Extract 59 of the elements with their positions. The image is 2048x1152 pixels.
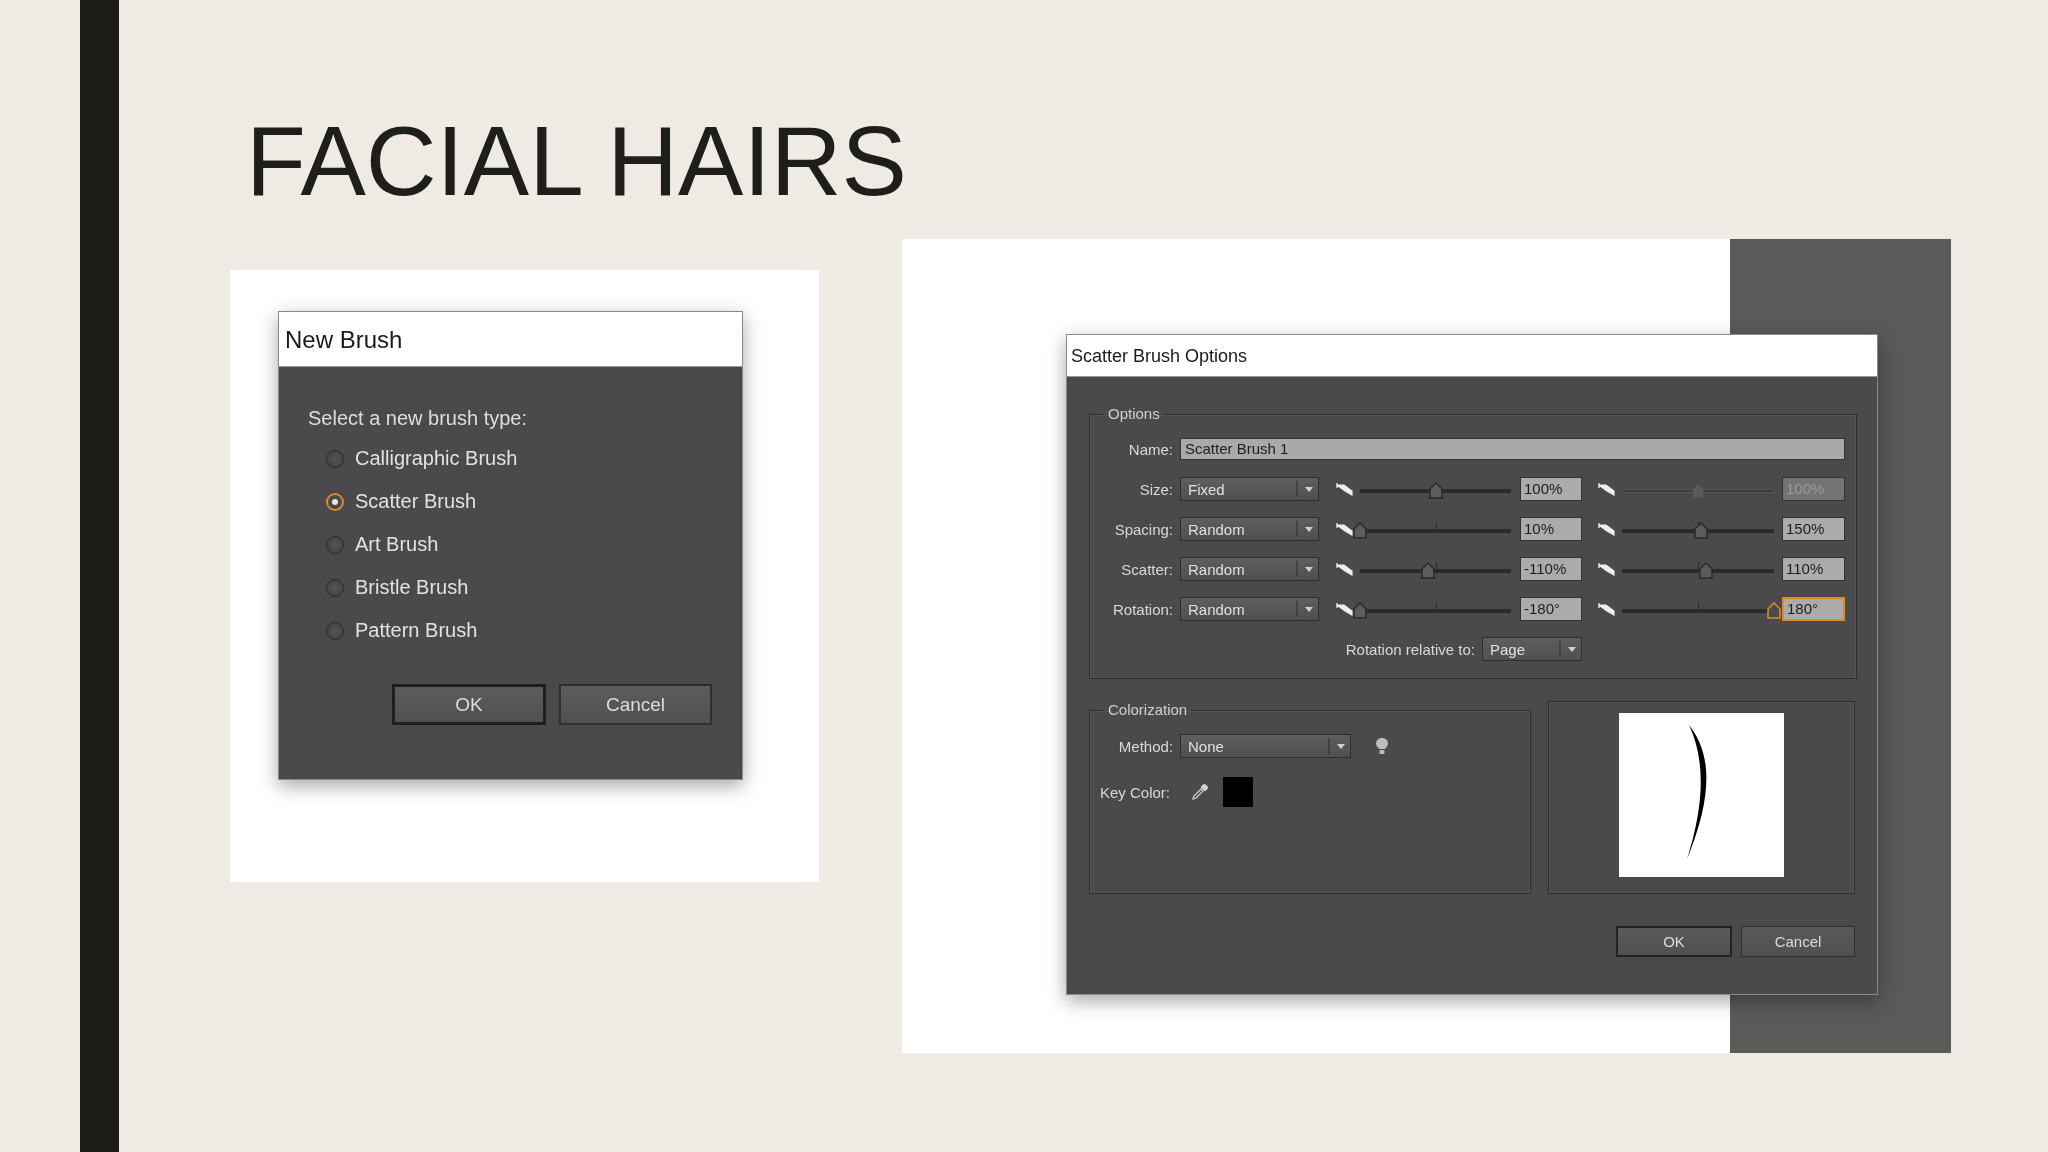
dialog-title: Scatter Brush Options: [1067, 335, 1877, 377]
cancel-button[interactable]: Cancel: [1741, 926, 1855, 957]
slider-thumb[interactable]: [1428, 482, 1443, 499]
dropdown[interactable]: Fixed: [1180, 477, 1319, 501]
value-field[interactable]: 150%: [1782, 517, 1845, 541]
wedge-icon[interactable]: [1598, 482, 1616, 496]
field-label: Spacing:: [1114, 520, 1173, 538]
cancel-button[interactable]: Cancel: [559, 684, 712, 725]
field-label: Name:: [1128, 440, 1173, 458]
wedge-icon[interactable]: [1336, 602, 1354, 616]
option-label: Scatter Brush: [355, 490, 477, 513]
value-field[interactable]: 180°: [1782, 597, 1845, 621]
wedge-icon[interactable]: [1336, 482, 1354, 496]
radio-button[interactable]: [326, 492, 344, 511]
slider-thumb[interactable]: [1420, 562, 1435, 579]
radio-button[interactable]: [326, 578, 344, 597]
ok-button[interactable]: OK: [392, 684, 546, 725]
prompt-text: Select a new brush type:: [308, 406, 528, 431]
value-field[interactable]: -180°: [1520, 597, 1582, 621]
field-label: Size:: [1139, 480, 1173, 498]
field-label: Rotation:: [1112, 600, 1173, 618]
option-label: Art Brush: [355, 533, 439, 556]
slider-thumb[interactable]: [1353, 522, 1367, 539]
wedge-icon[interactable]: [1598, 522, 1616, 536]
color-swatch[interactable]: [1223, 777, 1254, 807]
option-label: Pattern Brush: [355, 619, 478, 642]
dialog-title: New Brush: [279, 312, 742, 367]
wedge-icon[interactable]: [1336, 522, 1354, 536]
radio-button[interactable]: [326, 449, 344, 468]
dropdown[interactable]: Page: [1482, 637, 1582, 661]
field-label: Rotation relative to:: [1345, 640, 1475, 658]
slider-thumb[interactable]: [1353, 602, 1367, 619]
wedge-icon[interactable]: [1336, 562, 1354, 576]
lightbulb-icon[interactable]: [1375, 737, 1389, 755]
group-title: Options: [1107, 405, 1161, 423]
dropdown[interactable]: None: [1180, 734, 1351, 758]
wedge-icon[interactable]: [1598, 562, 1616, 576]
value-field[interactable]: 100%: [1520, 477, 1582, 501]
value-field[interactable]: -110%: [1520, 557, 1582, 581]
value-field[interactable]: 10%: [1520, 517, 1582, 541]
field-label: Key Color:: [1100, 783, 1171, 801]
ok-button[interactable]: OK: [1616, 926, 1732, 957]
slide-title: FACIAL HAIRS: [246, 112, 907, 210]
eyedropper-icon[interactable]: [1191, 783, 1210, 801]
radio-button[interactable]: [326, 535, 344, 554]
slider-thumb[interactable]: [1694, 522, 1709, 539]
slider-thumb[interactable]: [1698, 562, 1713, 579]
dropdown[interactable]: Random: [1180, 517, 1319, 541]
dropdown[interactable]: Random: [1180, 557, 1319, 581]
wedge-icon[interactable]: [1598, 602, 1616, 616]
field-label: Scatter:: [1121, 560, 1173, 578]
name-field[interactable]: Scatter Brush 1: [1180, 438, 1845, 460]
option-label: Calligraphic Brush: [355, 447, 518, 470]
field-label: Method:: [1117, 737, 1173, 755]
value-field[interactable]: 110%: [1782, 557, 1845, 581]
option-label: Bristle Brush: [355, 576, 469, 599]
radio-button[interactable]: [326, 621, 344, 640]
group-title: Colorization: [1107, 701, 1189, 719]
dropdown[interactable]: Random: [1180, 597, 1319, 621]
